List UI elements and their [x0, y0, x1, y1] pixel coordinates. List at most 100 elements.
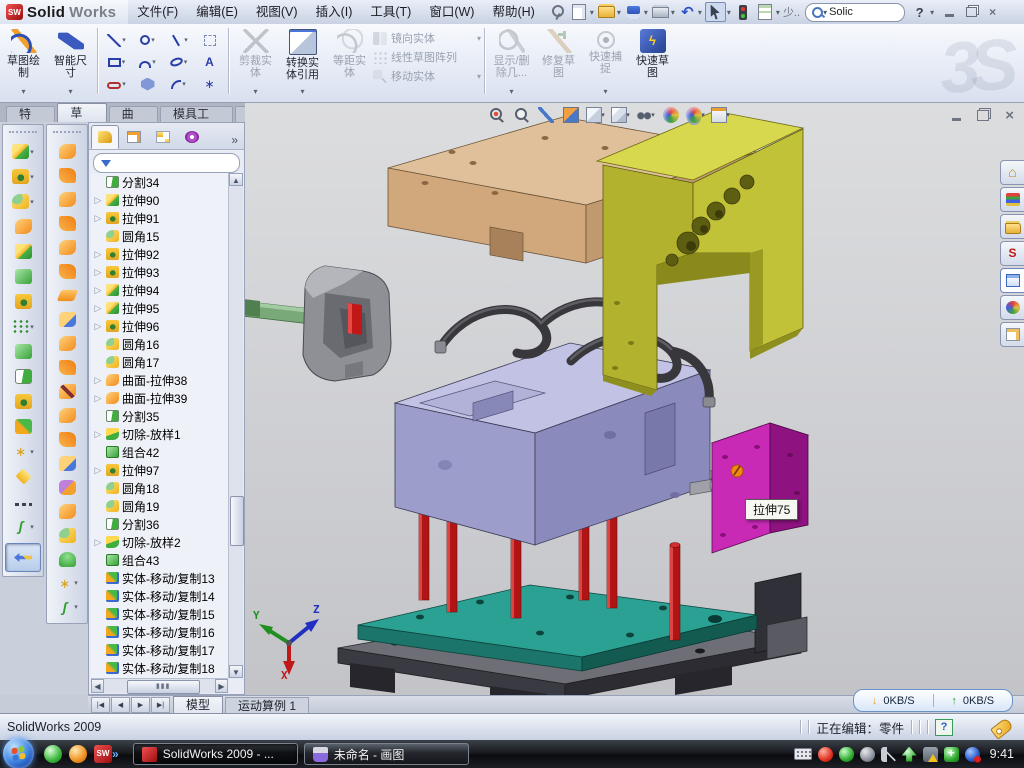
select-button[interactable]: [705, 2, 726, 22]
panel-tab-overflow[interactable]: »: [227, 133, 242, 149]
doc-minimize-icon[interactable]: [952, 118, 961, 121]
extruded-cut-dropdown[interactable]: ▾: [30, 173, 34, 181]
panel-tab-dimxpertmanager[interactable]: [178, 125, 206, 149]
tree-item-组合43[interactable]: 组合43: [91, 551, 228, 569]
tab-草图[interactable]: 草图: [57, 103, 106, 122]
start-button[interactable]: [3, 738, 34, 768]
expander-icon[interactable]: ▷: [93, 285, 103, 296]
hud-section-view-button[interactable]: [560, 105, 581, 124]
tree-item-实体-移动/复制14[interactable]: 实体-移动/复制14: [91, 587, 228, 605]
tray-health-shield[interactable]: [944, 747, 959, 762]
move-entities-dropdown[interactable]: ▾: [477, 72, 481, 81]
search-input[interactable]: Solic: [829, 6, 853, 18]
search-box[interactable]: ▾ Solic: [805, 3, 905, 22]
interference-check-button[interactable]: [734, 3, 753, 21]
expander-icon[interactable]: ▷: [93, 303, 103, 314]
features-reference-geometry-button[interactable]: ▾: [3, 439, 43, 464]
features-move-copy-body-button[interactable]: [3, 414, 43, 439]
sketch-entity-centerpoint-arc[interactable]: ▾: [132, 51, 163, 73]
hud-view-settings-button[interactable]: ▾: [710, 105, 731, 124]
circle-dropdown[interactable]: ▾: [151, 36, 155, 44]
doc-tab-运动算例 1[interactable]: 运动算例 1: [225, 697, 309, 714]
tray-antivirus-shield[interactable]: [818, 747, 833, 762]
tree-item-圆角16[interactable]: 圆角16: [91, 335, 228, 353]
sketch-entity-box-select[interactable]: [194, 29, 225, 51]
tree-horizontal-scrollbar[interactable]: ◀ ▮▮▮ ▶: [91, 678, 228, 693]
menu-item-1[interactable]: 编辑(E): [187, 1, 247, 24]
taskpane-solidworks-search[interactable]: [1000, 241, 1024, 266]
features-plane-button[interactable]: [3, 464, 43, 489]
tray-sync-status[interactable]: [965, 747, 980, 762]
sketch-entity-line[interactable]: ▾: [101, 29, 132, 51]
cm-button-display-delete[interactable]: 显示/删除几...: [488, 26, 535, 98]
expander-icon[interactable]: ▷: [93, 375, 103, 386]
restore-icon[interactable]: [966, 7, 977, 17]
tree-item-圆角15[interactable]: 圆角15: [91, 227, 228, 245]
taskpane-file-explorer[interactable]: [1000, 214, 1024, 239]
expander-icon[interactable]: ▷: [93, 321, 103, 332]
ellipse-dropdown[interactable]: ▾: [184, 58, 188, 66]
menu-item-5[interactable]: 窗口(W): [420, 1, 483, 24]
taskpane-solidworks-resources[interactable]: [1000, 160, 1024, 185]
save-button[interactable]: [624, 3, 643, 21]
menu-item-3[interactable]: 插入(I): [307, 1, 362, 24]
tree-item-拉伸97[interactable]: ▷拉伸97: [91, 461, 228, 479]
sketch-entity-polygon[interactable]: [132, 73, 163, 95]
tree-item-拉伸93[interactable]: ▷拉伸93: [91, 263, 228, 281]
surfaces-ruled-surface-button[interactable]: [47, 355, 87, 379]
sketch-entity-circle[interactable]: ▾: [132, 29, 163, 51]
first-tab-button[interactable]: |◀: [91, 697, 110, 713]
print-dropdown[interactable]: ▾: [671, 8, 675, 17]
next-tab-button[interactable]: ▶: [131, 697, 150, 713]
taskpane-view-palette[interactable]: [1000, 268, 1024, 293]
surfaces-lofted-surface-button[interactable]: [47, 307, 87, 331]
surfaces-revolved-surface-button[interactable]: [47, 163, 87, 187]
sketch-entity-sketch-fillet[interactable]: ▾: [163, 73, 194, 95]
cm-button-rapid-sketch[interactable]: 快速草图: [629, 26, 676, 98]
straight-slot-dropdown[interactable]: ▾: [122, 80, 126, 88]
features-extruded-boss-base-button[interactable]: ▾: [3, 139, 43, 164]
undo-dropdown[interactable]: ▾: [698, 8, 702, 17]
graphics-area[interactable]: ▾▾▾▾▾ × Y Z X 拉伸75: [245, 103, 1024, 695]
extruded-boss-base-dropdown[interactable]: ▾: [30, 148, 34, 156]
doc-close-icon[interactable]: ×: [1005, 108, 1014, 123]
surfaces-dome-button[interactable]: [47, 547, 87, 571]
quicklaunch-fetion[interactable]: [69, 745, 87, 763]
hud-hide-show-items-button[interactable]: ▾: [635, 105, 656, 124]
cm-button-move-entities[interactable]: 移动实体▾: [373, 68, 481, 84]
menu-item-6[interactable]: 帮助(H): [483, 1, 543, 24]
tree-item-实体-移动/复制17[interactable]: 实体-移动/复制17: [91, 641, 228, 659]
features-fillet-button[interactable]: ▾: [3, 189, 43, 214]
tray-input-keyboard[interactable]: [794, 748, 812, 760]
features-curve-button[interactable]: ▾: [3, 514, 43, 539]
cm-button-mirror-entities[interactable]: 镜向实体▾: [373, 30, 481, 46]
scroll-left-arrow[interactable]: ◀: [91, 679, 104, 693]
tree-item-实体-移动/复制18[interactable]: 实体-移动/复制18: [91, 659, 228, 677]
fillet-dropdown[interactable]: ▾: [30, 198, 34, 206]
sketch-entity-spline[interactable]: ▾: [163, 29, 194, 51]
linear-pattern-dropdown[interactable]: ▾: [30, 323, 34, 331]
panel-tab-propertymanager[interactable]: [120, 125, 148, 149]
expander-icon[interactable]: ▷: [93, 195, 103, 206]
save-dropdown[interactable]: ▾: [644, 8, 648, 17]
tree-item-拉伸96[interactable]: ▷拉伸96: [91, 317, 228, 335]
scroll-right-arrow[interactable]: ▶: [215, 679, 228, 693]
cm-button-trim-entities[interactable]: 剪裁实体: [232, 26, 279, 98]
print-button[interactable]: [651, 3, 670, 21]
open-dropdown[interactable]: ▾: [617, 8, 621, 17]
quicklaunch-solidworks-launcher[interactable]: SW: [94, 745, 112, 763]
tray-download-manager[interactable]: [860, 747, 875, 762]
hud-magnified-selection-button[interactable]: [535, 105, 556, 124]
sketch-entity-sketch-text[interactable]: [194, 51, 225, 73]
hud-edit-appearance-button[interactable]: [660, 105, 681, 124]
spline-dropdown[interactable]: ▾: [184, 36, 188, 44]
help-dropdown[interactable]: ▾: [930, 8, 934, 17]
quick-launch-overflow[interactable]: »: [112, 747, 119, 761]
features-boundary-boss-button[interactable]: [3, 264, 43, 289]
surfaces-knit-surface-button[interactable]: [47, 235, 87, 259]
hud-zoom-fit-button[interactable]: [485, 105, 506, 124]
tree-item-实体-移动/复制13[interactable]: 实体-移动/复制13: [91, 569, 228, 587]
reference-geometry-dropdown[interactable]: ▾: [30, 448, 34, 456]
tab-模具工具[interactable]: 模具工具: [160, 106, 233, 122]
menu-item-4[interactable]: 工具(T): [361, 1, 420, 24]
